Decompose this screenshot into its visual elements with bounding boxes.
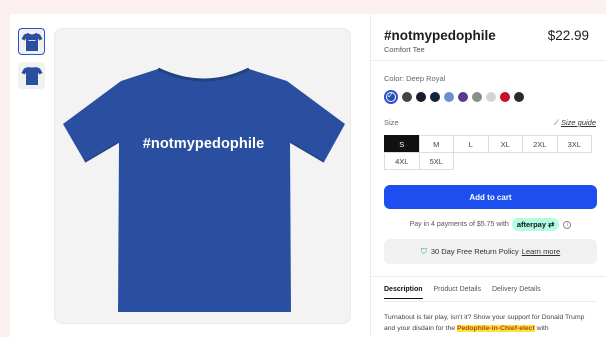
product-panel: #notmypedophile Comfort Tee $22.99 Color…	[371, 14, 606, 337]
size-label: Size	[384, 118, 399, 127]
color-swatch[interactable]	[430, 92, 440, 102]
info-icon[interactable]: i	[563, 220, 572, 229]
color-swatch[interactable]	[500, 92, 510, 102]
color-label: Color: Deep Royal	[384, 74, 446, 83]
return-policy-box: ⛉ 30 Day Free Return Policy Learn more	[384, 239, 597, 264]
divider	[371, 60, 606, 61]
product-page: #notmypedophile #notmypedophile Comfort …	[10, 14, 606, 337]
size-option-l[interactable]: L	[453, 135, 489, 153]
size-option-3xl[interactable]: 3XL	[556, 135, 592, 153]
color-swatch[interactable]	[514, 92, 524, 102]
afterpay-badge-label: afterpay	[516, 220, 547, 229]
color-swatches: ✓	[384, 90, 528, 104]
add-to-cart-button[interactable]: Add to cart	[384, 185, 597, 209]
divider	[371, 276, 606, 277]
afterpay-badge[interactable]: afterpay ⇄	[511, 218, 560, 231]
tab-description[interactable]: Description	[384, 286, 423, 299]
size-option-m[interactable]: M	[418, 135, 454, 153]
color-swatch[interactable]: ✓	[384, 90, 398, 104]
info-tabs: Description Product Details Delivery Detai…	[384, 286, 552, 299]
tab-delivery-details[interactable]: Delivery Details	[492, 286, 541, 299]
tab-product-details[interactable]: Product Details	[434, 286, 481, 299]
size-option-5xl[interactable]: 5XL	[418, 152, 454, 170]
tshirt-back-icon	[21, 66, 42, 85]
tshirt-front-icon	[21, 32, 42, 51]
size-option-xl[interactable]: XL	[487, 135, 523, 153]
size-option-4xl[interactable]: 4XL	[384, 152, 420, 170]
learn-more-link[interactable]: Learn more	[522, 247, 560, 256]
shield-check-icon: ⛉	[420, 246, 427, 256]
tshirt-image	[63, 67, 345, 312]
color-swatch[interactable]	[472, 92, 482, 102]
description-after: with	[534, 325, 549, 332]
size-guide-label: Size guide	[560, 118, 596, 127]
check-icon: ✓	[387, 91, 394, 100]
product-image[interactable]: #notmypedophile	[54, 28, 351, 324]
ruler-icon: ⟋	[553, 118, 559, 127]
size-guide-link[interactable]: ⟋ Size guide	[554, 118, 596, 128]
divider	[384, 301, 597, 302]
product-subtitle: Comfort Tee	[384, 45, 425, 54]
afterpay-info: Pay in 4 payments of $5.75 with afterpay…	[384, 218, 597, 231]
color-swatch[interactable]	[486, 92, 496, 102]
product-title: #notmypedophile	[384, 28, 496, 43]
color-swatch[interactable]	[458, 92, 468, 102]
color-swatch[interactable]	[402, 92, 412, 102]
description-highlight: Pedophile-in-Chief-elect	[456, 325, 535, 332]
afterpay-text: Pay in 4 payments of $5.75 with	[409, 221, 509, 228]
size-options: S M L XL 2XL 3XL 4XL 5XL	[384, 135, 597, 170]
return-policy-text: 30 Day Free Return Policy	[430, 247, 519, 256]
description-text: Turnabout is fair play, isn't it? Show y…	[384, 312, 597, 334]
shirt-print-text: #notmypedophile	[142, 136, 265, 152]
size-option-s[interactable]: S	[384, 135, 420, 153]
thumbnail-front[interactable]	[18, 28, 45, 55]
color-swatch[interactable]	[444, 92, 454, 102]
thumbnail-list	[18, 28, 48, 96]
color-swatch[interactable]	[416, 92, 426, 102]
size-option-2xl[interactable]: 2XL	[522, 135, 558, 153]
product-price: $22.99	[547, 28, 589, 43]
thumbnail-back[interactable]	[18, 62, 45, 89]
